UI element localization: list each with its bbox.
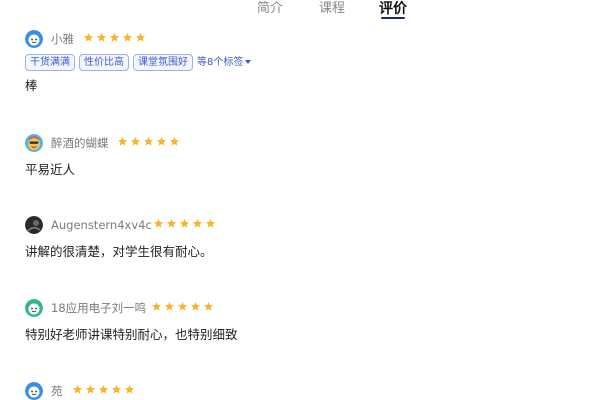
star-icon <box>203 301 214 311</box>
review-header: 醉酒的蝴蝶 <box>25 134 585 154</box>
review-item: 小雅 干货满满 性价比高 课堂氛围好 等8个标签 棒 <box>25 30 585 95</box>
caret-down-icon <box>245 60 252 64</box>
star-icon <box>96 32 107 42</box>
star-rating <box>117 136 182 150</box>
star-icon <box>111 384 122 394</box>
review-item: 苑 <box>25 382 585 400</box>
star-icon <box>124 384 135 394</box>
star-icon <box>117 136 128 146</box>
review-item: Augenstern4xv4c 讲解的很清楚，对学生很有耐心。 <box>25 216 585 261</box>
star-rating <box>83 32 148 46</box>
more-tags-label: 等8个标签 <box>197 57 244 68</box>
star-icon <box>72 384 83 394</box>
star-rating <box>151 301 216 315</box>
dark-photo-avatar-icon[interactable] <box>25 216 43 234</box>
star-icon <box>151 301 162 311</box>
review-header: Augenstern4xv4c <box>25 216 585 236</box>
review-item: 醉酒的蝴蝶 平易近人 <box>25 134 585 179</box>
star-icon <box>143 136 154 146</box>
review-text: 平易近人 <box>25 162 76 177</box>
tab-reviews[interactable]: 评价 <box>377 0 409 18</box>
star-icon <box>130 136 141 146</box>
review-item: 18应用电子刘一鸣 特别好老师讲课特别耐心，也特别细致 <box>25 299 585 344</box>
cartoon-face-avatar-icon[interactable] <box>25 134 43 152</box>
review-text: 棒 <box>25 78 38 93</box>
star-icon <box>177 301 188 311</box>
more-tags-toggle[interactable]: 等8个标签 <box>197 54 252 71</box>
star-icon <box>192 218 203 228</box>
star-rating <box>153 218 218 232</box>
review-header: 小雅 <box>25 30 585 50</box>
review-tag[interactable]: 性价比高 <box>79 54 129 71</box>
green-smiley-avatar-icon[interactable] <box>25 299 43 317</box>
tab-bar: 简介 课程 评价 <box>0 0 600 20</box>
active-tab-indicator <box>381 17 405 19</box>
review-header: 苑 <box>25 382 585 400</box>
review-username[interactable]: 苑 <box>51 383 63 399</box>
star-icon <box>153 218 164 228</box>
star-icon <box>179 218 190 228</box>
star-icon <box>135 32 146 42</box>
review-tag[interactable]: 课堂氛围好 <box>133 54 193 71</box>
review-page: 简介 课程 评价 小雅 干货满满 性价比高 课堂氛围好 等8个标签 棒 醉酒的蝴… <box>0 0 600 400</box>
blue-smiley-avatar-icon[interactable] <box>25 30 43 48</box>
star-icon <box>169 136 180 146</box>
star-icon <box>156 136 167 146</box>
star-icon <box>83 32 94 42</box>
star-rating <box>72 384 137 398</box>
star-icon <box>190 301 201 311</box>
star-icon <box>205 218 216 228</box>
star-icon <box>85 384 96 394</box>
review-text: 讲解的很清楚，对学生很有耐心。 <box>25 244 213 259</box>
review-username[interactable]: 18应用电子刘一鸣 <box>51 300 146 316</box>
review-username[interactable]: Augenstern4xv4c <box>51 217 152 233</box>
blue-smiley-avatar-icon[interactable] <box>25 382 43 400</box>
star-icon <box>98 384 109 394</box>
star-icon <box>109 32 120 42</box>
tab-intro[interactable]: 简介 <box>256 0 284 18</box>
review-tag[interactable]: 干货满满 <box>25 54 75 71</box>
review-text: 特别好老师讲课特别耐心，也特别细致 <box>25 327 238 342</box>
review-tags: 干货满满 性价比高 课堂氛围好 等8个标签 <box>25 54 585 73</box>
star-icon <box>166 218 177 228</box>
review-header: 18应用电子刘一鸣 <box>25 299 585 319</box>
review-username[interactable]: 小雅 <box>51 31 74 47</box>
tab-courses[interactable]: 课程 <box>318 0 346 18</box>
star-icon <box>164 301 175 311</box>
star-icon <box>122 32 133 42</box>
review-username[interactable]: 醉酒的蝴蝶 <box>51 135 109 151</box>
